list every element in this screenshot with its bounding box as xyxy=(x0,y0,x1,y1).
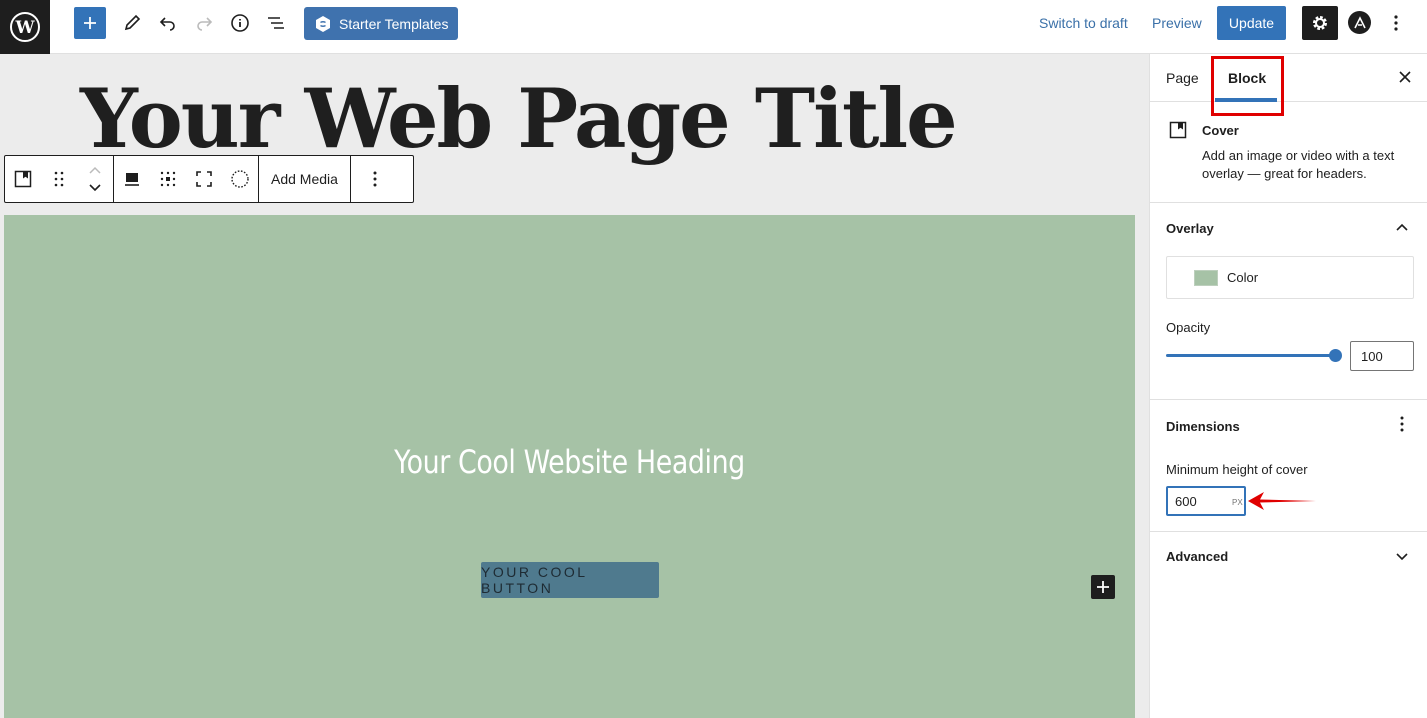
cover-cta-button[interactable]: YOUR COOL BUTTON xyxy=(481,562,659,598)
preview-button[interactable]: Preview xyxy=(1152,15,1202,31)
block-options-button[interactable] xyxy=(351,156,399,202)
list-view-button[interactable] xyxy=(260,7,292,39)
align-icon xyxy=(125,173,139,186)
settings-sidebar: Page Block Cover Add an image or video w… xyxy=(1149,54,1427,718)
opacity-slider-thumb[interactable] xyxy=(1329,349,1342,362)
min-height-unit[interactable]: PX xyxy=(1232,498,1243,507)
move-up-down-buttons[interactable] xyxy=(77,156,113,202)
tools-button[interactable] xyxy=(116,7,148,39)
block-inserter-button[interactable] xyxy=(1091,575,1115,599)
more-vertical-icon xyxy=(373,171,377,187)
overlay-panel-title[interactable]: Overlay xyxy=(1166,221,1214,236)
cover-block-icon xyxy=(1169,121,1187,144)
pencil-icon xyxy=(124,14,141,31)
block-card-description: Add an image or video with a text overla… xyxy=(1202,148,1395,181)
redo-button[interactable] xyxy=(188,7,220,39)
info-icon xyxy=(231,14,249,32)
block-toolbar: Add Media xyxy=(4,155,414,203)
chevron-up-down-icon xyxy=(89,166,101,192)
min-height-value: 600 xyxy=(1175,493,1197,509)
update-button[interactable]: Update xyxy=(1217,6,1286,40)
options-button[interactable] xyxy=(1385,7,1407,39)
block-toolbar-group-layout xyxy=(114,156,259,202)
dimensions-options-button[interactable] xyxy=(1394,416,1410,432)
dimensions-panel-title: Dimensions xyxy=(1166,419,1240,434)
fullscreen-icon xyxy=(196,171,212,187)
advanced-panel-toggle[interactable] xyxy=(1394,549,1410,565)
tab-page[interactable]: Page xyxy=(1166,70,1199,86)
settings-button[interactable] xyxy=(1302,6,1338,40)
block-toolbar-group-parent xyxy=(5,156,114,202)
add-block-button[interactable] xyxy=(74,7,106,39)
align-button[interactable] xyxy=(114,156,150,202)
page-title[interactable]: Your Web Page Title xyxy=(80,72,958,167)
more-vertical-icon xyxy=(1394,15,1398,31)
add-media-button[interactable]: Add Media xyxy=(259,171,350,187)
starter-templates-label: Starter Templates xyxy=(339,15,449,32)
editor-header: W Starter Templates Switch to draft Prev… xyxy=(0,0,1427,54)
overlay-panel: Overlay Color Opacity 100 xyxy=(1150,203,1427,400)
content-position-button[interactable] xyxy=(150,156,186,202)
wordpress-icon: W xyxy=(10,12,40,42)
redo-icon xyxy=(197,17,213,31)
min-height-input[interactable]: 600 PX xyxy=(1166,486,1246,516)
undo-button[interactable] xyxy=(152,7,184,39)
duotone-circle-icon xyxy=(231,170,249,188)
switch-to-draft-button[interactable]: Switch to draft xyxy=(1039,15,1128,31)
close-icon xyxy=(1399,71,1411,83)
opacity-input[interactable]: 100 xyxy=(1350,341,1414,371)
position-grid-icon xyxy=(160,171,176,187)
wordpress-logo-button[interactable]: W xyxy=(0,0,50,54)
starter-templates-button[interactable]: Starter Templates xyxy=(304,7,458,40)
cover-block[interactable]: Your Cool Website Heading YOUR COOL BUTT… xyxy=(4,215,1135,718)
cover-heading[interactable]: Your Cool Website Heading xyxy=(94,443,1044,481)
dimensions-panel: Dimensions Minimum height of cover 600 P… xyxy=(1150,400,1427,532)
svg-text:W: W xyxy=(14,18,35,38)
block-card: Cover Add an image or video with a text … xyxy=(1150,102,1427,203)
astra-settings-button[interactable] xyxy=(1348,11,1371,34)
block-type-button[interactable] xyxy=(5,156,41,202)
advanced-panel: Advanced xyxy=(1150,532,1427,582)
drag-handle-icon xyxy=(54,171,64,187)
opacity-slider-track[interactable] xyxy=(1166,354,1336,357)
duotone-button[interactable] xyxy=(222,156,258,202)
editor-canvas: Your Web Page Title Add Media Your Cool … xyxy=(0,54,1149,718)
overlay-color-picker[interactable]: Color xyxy=(1166,256,1414,299)
undo-icon xyxy=(159,17,175,31)
plus-icon xyxy=(84,17,96,29)
sidebar-tabs: Page Block xyxy=(1150,54,1427,116)
more-vertical-icon xyxy=(1400,416,1404,432)
color-swatch xyxy=(1194,269,1218,286)
astra-icon xyxy=(1353,15,1366,28)
advanced-panel-title[interactable]: Advanced xyxy=(1166,549,1228,564)
block-card-title: Cover xyxy=(1202,123,1239,138)
gear-icon xyxy=(1313,16,1327,30)
details-button[interactable] xyxy=(224,7,256,39)
chevron-down-icon xyxy=(1396,553,1408,561)
list-view-icon xyxy=(268,17,284,29)
drag-handle[interactable] xyxy=(41,156,77,202)
close-sidebar-button[interactable] xyxy=(1396,68,1414,86)
min-height-label: Minimum height of cover xyxy=(1166,462,1308,477)
chevron-up-icon xyxy=(1396,223,1408,231)
full-height-button[interactable] xyxy=(186,156,222,202)
opacity-label: Opacity xyxy=(1166,320,1211,335)
color-label: Color xyxy=(1227,270,1259,285)
block-toolbar-group-more xyxy=(351,156,399,202)
cover-block-icon xyxy=(14,170,32,188)
starter-templates-icon xyxy=(316,15,330,32)
plus-icon xyxy=(1097,581,1109,593)
overlay-panel-toggle[interactable] xyxy=(1394,219,1410,235)
annotation-arrow-icon xyxy=(1248,492,1316,510)
block-toolbar-group-media: Add Media xyxy=(259,156,351,202)
